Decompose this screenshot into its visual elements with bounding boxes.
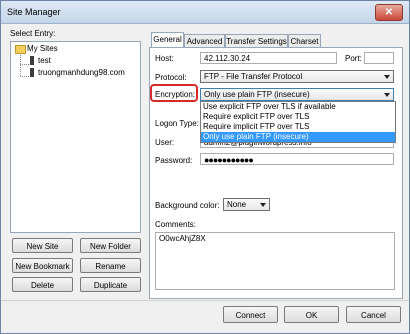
close-button[interactable]: ✕ (375, 4, 403, 21)
duplicate-button[interactable]: Duplicate (80, 277, 141, 292)
tab-advanced[interactable]: Advanced (184, 34, 225, 47)
background-color-value: None (227, 200, 247, 209)
logon-type-label: Logon Type: (155, 119, 199, 128)
dropdown-option[interactable]: Use explicit FTP over TLS if available (201, 102, 395, 112)
dropdown-option[interactable]: Require implicit FTP over TLS (201, 122, 395, 132)
new-bookmark-button[interactable]: New Bookmark (12, 258, 73, 273)
delete-button[interactable]: Delete (12, 277, 73, 292)
dropdown-option[interactable]: Require explicit FTP over TLS (201, 112, 395, 122)
title-bar: Site Manager ✕ (1, 1, 409, 24)
tree-connector (20, 76, 29, 77)
protocol-value: FTP - File Transfer Protocol (204, 72, 303, 81)
footer-divider (1, 300, 409, 301)
encryption-value: Only use plain FTP (insecure) (204, 90, 310, 99)
select-entry-label: Select Entry: (10, 29, 56, 38)
tree-item-site[interactable]: test (38, 56, 51, 65)
cancel-button[interactable]: Cancel (346, 306, 401, 323)
encryption-label: Encryption: (155, 90, 196, 99)
background-color-select[interactable]: None (223, 198, 270, 211)
comments-textarea[interactable]: O0wcAhjZ8X (155, 232, 395, 290)
site-manager-window: Site Manager ✕ Select Entry: My Sites te… (0, 0, 410, 334)
host-label: Host: (155, 54, 174, 63)
chevron-down-icon (260, 203, 266, 207)
computer-icon (30, 68, 34, 77)
tree-item-site[interactable]: truongmanhdung98.com (38, 68, 125, 77)
protocol-select[interactable]: FTP - File Transfer Protocol (200, 70, 394, 83)
window-title: Site Manager (7, 7, 61, 17)
password-label: Password: (155, 156, 193, 165)
rename-button[interactable]: Rename (80, 258, 141, 273)
new-site-button[interactable]: New Site (12, 238, 73, 253)
port-label: Port: (345, 54, 362, 63)
password-input[interactable]: ●●●●●●●●●●● (200, 153, 394, 165)
user-label: User: (155, 138, 175, 147)
ok-button[interactable]: OK (284, 306, 339, 323)
chevron-down-icon (384, 93, 390, 97)
tab-charset[interactable]: Charset (288, 34, 321, 47)
port-input[interactable] (364, 52, 394, 64)
tree-item-my-sites[interactable]: My Sites (27, 44, 58, 53)
site-tree[interactable]: My Sites test truongmanhdung98.com (10, 41, 141, 233)
encryption-select[interactable]: Only use plain FTP (insecure) (200, 88, 394, 101)
dropdown-option-selected[interactable]: Only use plain FTP (insecure) (201, 132, 395, 142)
chevron-down-icon (384, 75, 390, 79)
tab-general[interactable]: General (151, 32, 184, 48)
background-color-label: Background color: (155, 201, 220, 210)
encryption-dropdown-list: Use explicit FTP over TLS if available R… (200, 101, 396, 143)
host-input[interactable]: 42.112.30.24 (200, 52, 337, 64)
tree-connector (20, 64, 29, 65)
new-folder-button[interactable]: New Folder (80, 238, 141, 253)
protocol-label: Protocol: (155, 73, 187, 82)
tab-transfer-settings[interactable]: Transfer Settings (225, 34, 288, 47)
computer-icon (30, 56, 34, 65)
folder-icon (15, 45, 26, 54)
comments-label: Comments: (155, 220, 196, 229)
connect-button[interactable]: Connect (223, 306, 278, 323)
